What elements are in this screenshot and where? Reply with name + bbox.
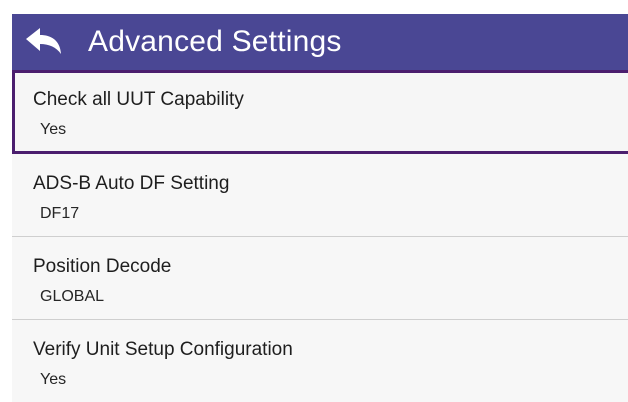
setting-item-check-uut-capability[interactable]: Check all UUT Capability Yes xyxy=(12,70,628,154)
setting-label: Verify Unit Setup Configuration xyxy=(33,339,293,360)
setting-item-adsb-auto-df[interactable]: ADS-B Auto DF Setting DF17 xyxy=(12,154,628,237)
advanced-settings-screen: Advanced Settings Check all UUT Capabili… xyxy=(0,0,628,402)
setting-value: GLOBAL xyxy=(40,288,105,305)
setting-item-verify-unit-setup[interactable]: Verify Unit Setup Configuration Yes xyxy=(12,320,628,402)
back-arrow-icon xyxy=(26,28,61,54)
setting-value: Yes xyxy=(40,371,67,388)
settings-list: Check all UUT Capability Yes ADS-B Auto … xyxy=(12,70,628,402)
setting-label: ADS-B Auto DF Setting xyxy=(33,173,230,194)
setting-value: DF17 xyxy=(40,205,80,222)
setting-value: Yes xyxy=(40,121,67,138)
setting-label: Check all UUT Capability xyxy=(33,89,244,110)
setting-item-position-decode[interactable]: Position Decode GLOBAL xyxy=(12,237,628,320)
back-button[interactable] xyxy=(12,14,74,70)
setting-label: Position Decode xyxy=(33,256,172,277)
title-bar: Advanced Settings xyxy=(12,14,628,70)
page-title: Advanced Settings xyxy=(88,25,342,58)
